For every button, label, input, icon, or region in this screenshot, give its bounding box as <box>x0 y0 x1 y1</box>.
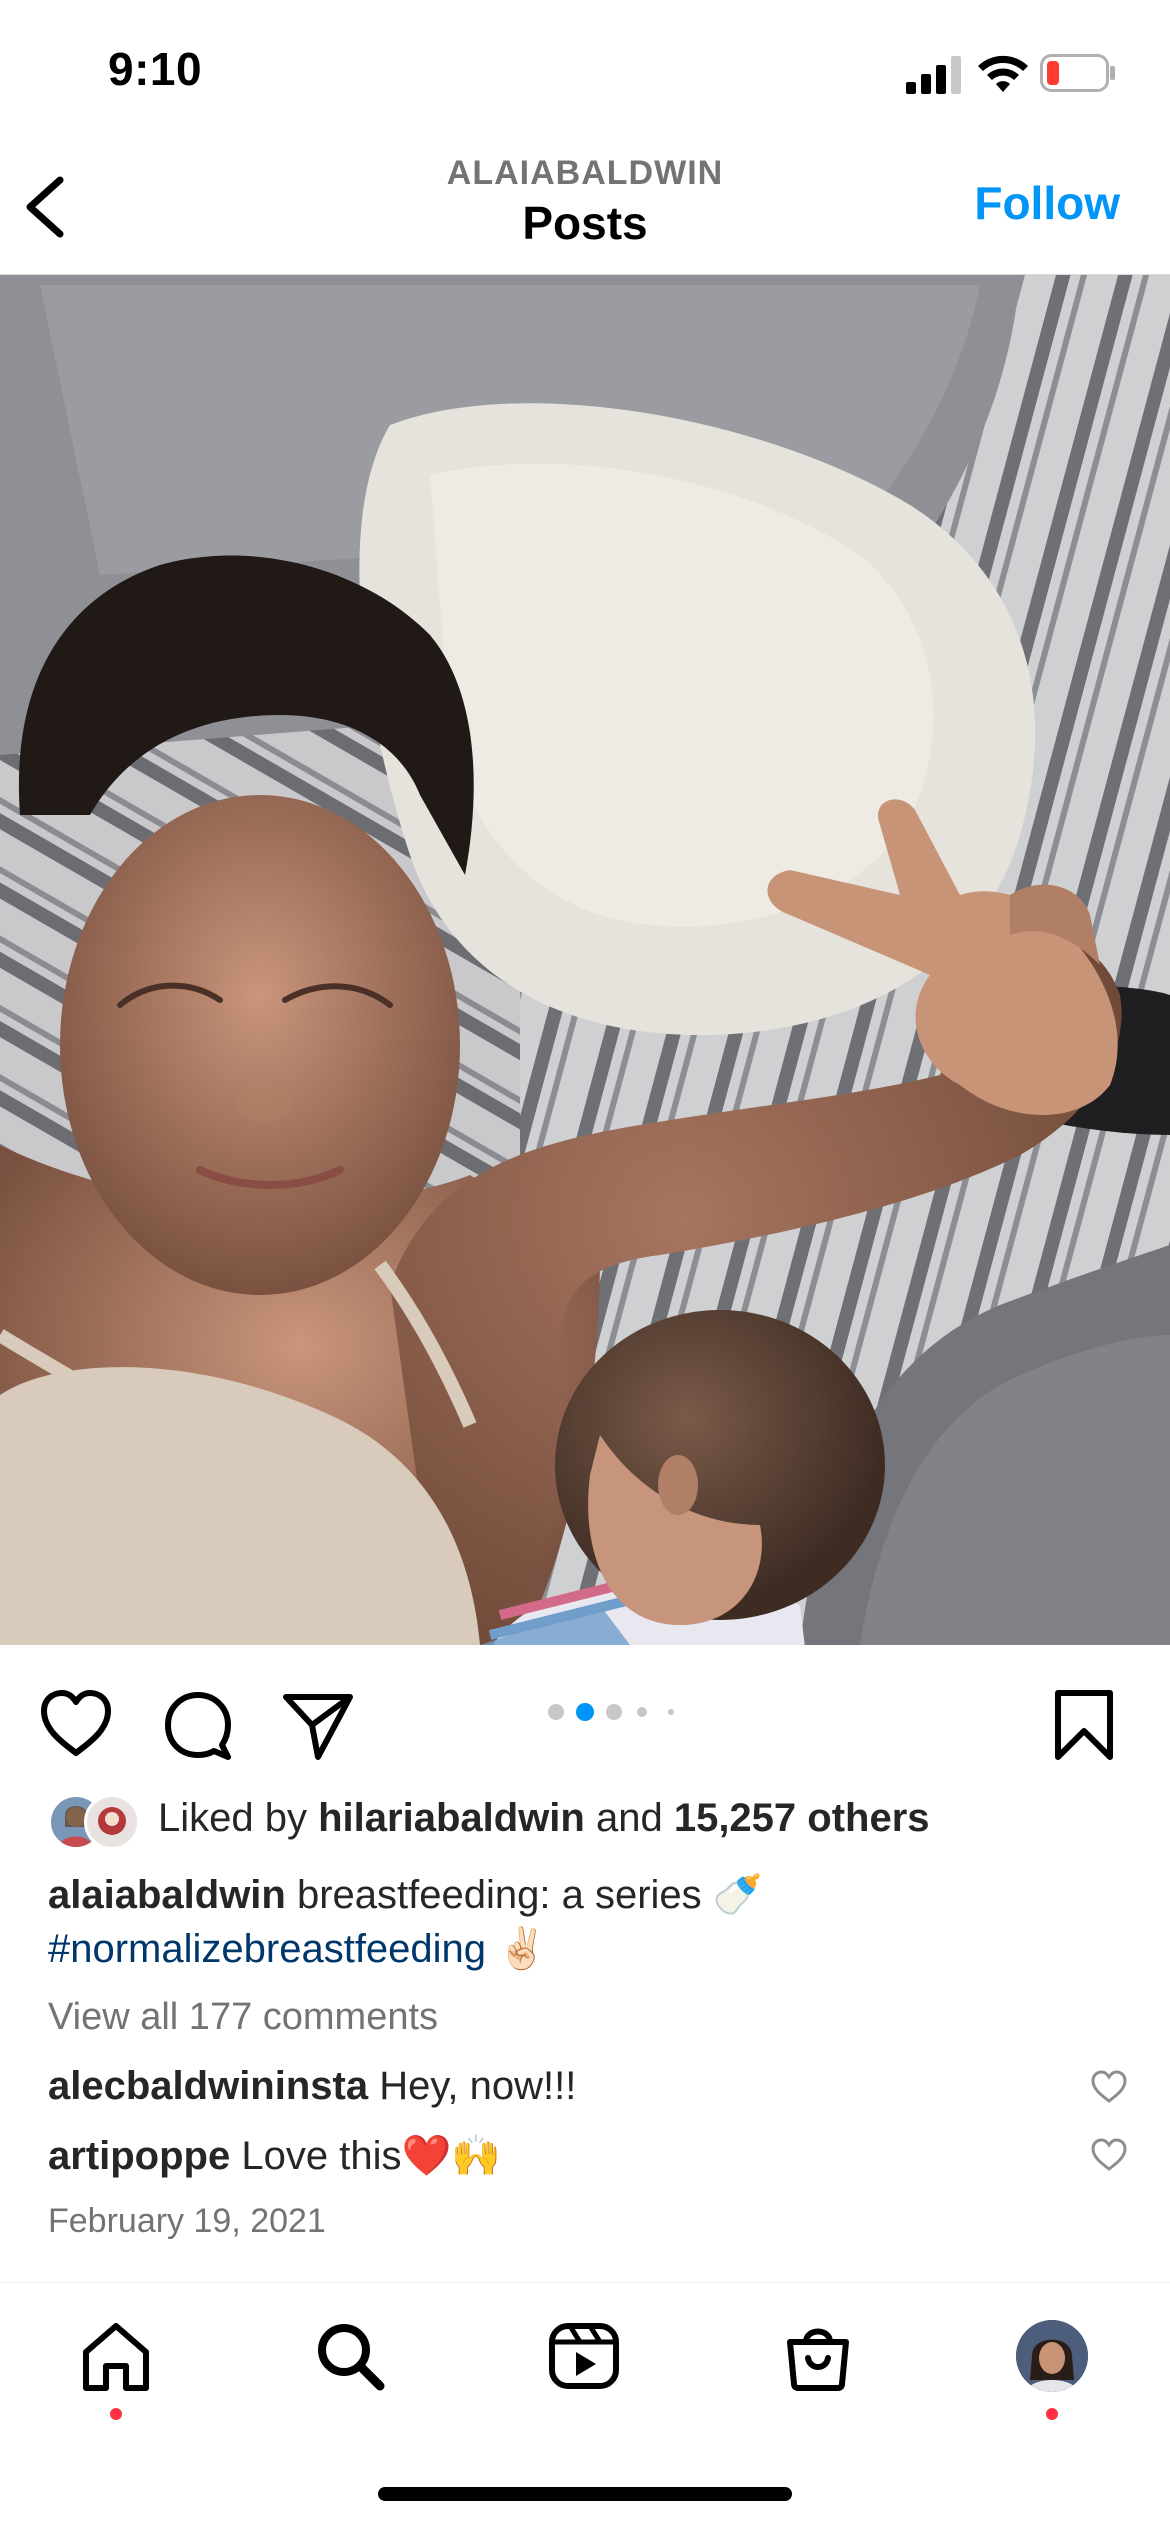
comment-item: alecbaldwininsta Hey, now!!! <box>48 2064 576 2109</box>
cellular-signal-icon <box>906 56 961 94</box>
carousel-dot <box>668 1709 674 1715</box>
liker-avatar <box>84 1794 140 1850</box>
carousel-dot-active <box>576 1703 594 1721</box>
heart-icon[interactable] <box>38 1687 114 1763</box>
bookmark-icon[interactable] <box>1046 1687 1122 1763</box>
liked-by-others[interactable]: 15,257 others <box>674 1796 930 1840</box>
post-photo[interactable] <box>0 275 1170 1645</box>
status-time: 9:10 <box>108 43 203 95</box>
post-image <box>0 275 1170 1645</box>
wifi-icon <box>978 55 1028 92</box>
baby-bottle-emoji: 🍼 <box>712 1872 763 1918</box>
status-bar: 9:10 <box>0 0 1170 140</box>
home-indicator <box>378 2487 792 2501</box>
comment-text: Love this <box>241 2134 402 2178</box>
comment-username[interactable]: alecbaldwininsta <box>48 2064 368 2108</box>
carousel-dot <box>548 1704 564 1720</box>
heart-raised-hands-emoji: ❤️🙌 <box>401 2133 502 2179</box>
peace-emoji: ✌🏻 <box>497 1926 547 1972</box>
follow-button[interactable]: Follow <box>974 176 1120 230</box>
comment-text: Hey, now!!! <box>379 2064 577 2108</box>
caption-text: breastfeeding: a series <box>296 1873 702 1917</box>
caption-username[interactable]: alaiabaldwin <box>48 1873 286 1917</box>
liked-by-row[interactable]: Liked by hilariabaldwin and 15,257 other… <box>48 1790 1128 1854</box>
comment-item: artipoppe Love this❤️🙌 <box>48 2132 501 2179</box>
post-caption: alaiabaldwin breastfeeding: a series 🍼 #… <box>48 1868 1128 1976</box>
home-notification-dot <box>110 2408 122 2420</box>
caption-hashtag[interactable]: #normalizebreastfeeding <box>48 1927 486 1971</box>
comment-icon[interactable] <box>160 1687 236 1763</box>
carousel-dot <box>637 1707 647 1717</box>
home-icon[interactable] <box>78 2318 154 2394</box>
comment-heart-icon[interactable] <box>1090 2070 1128 2104</box>
share-icon[interactable] <box>280 1687 356 1763</box>
profile-avatar[interactable] <box>1016 2320 1088 2392</box>
view-all-comments-link[interactable]: View all 177 comments <box>48 1996 438 2039</box>
liked-by-text: Liked by hilariabaldwin and 15,257 other… <box>158 1796 930 1840</box>
liked-by-user[interactable]: hilariabaldwin <box>318 1796 585 1840</box>
carousel-dot <box>606 1704 622 1720</box>
reels-icon[interactable] <box>546 2318 622 2394</box>
post-date: February 19, 2021 <box>48 2202 326 2240</box>
shop-icon[interactable] <box>780 2318 856 2394</box>
comment-heart-icon[interactable] <box>1090 2138 1128 2172</box>
comment-username[interactable]: artipoppe <box>48 2134 230 2178</box>
header: ALAIABALDWIN Posts Follow <box>0 140 1170 275</box>
profile-notification-dot <box>1046 2408 1058 2420</box>
battery-icon <box>1040 54 1115 92</box>
search-icon[interactable] <box>312 2318 388 2394</box>
